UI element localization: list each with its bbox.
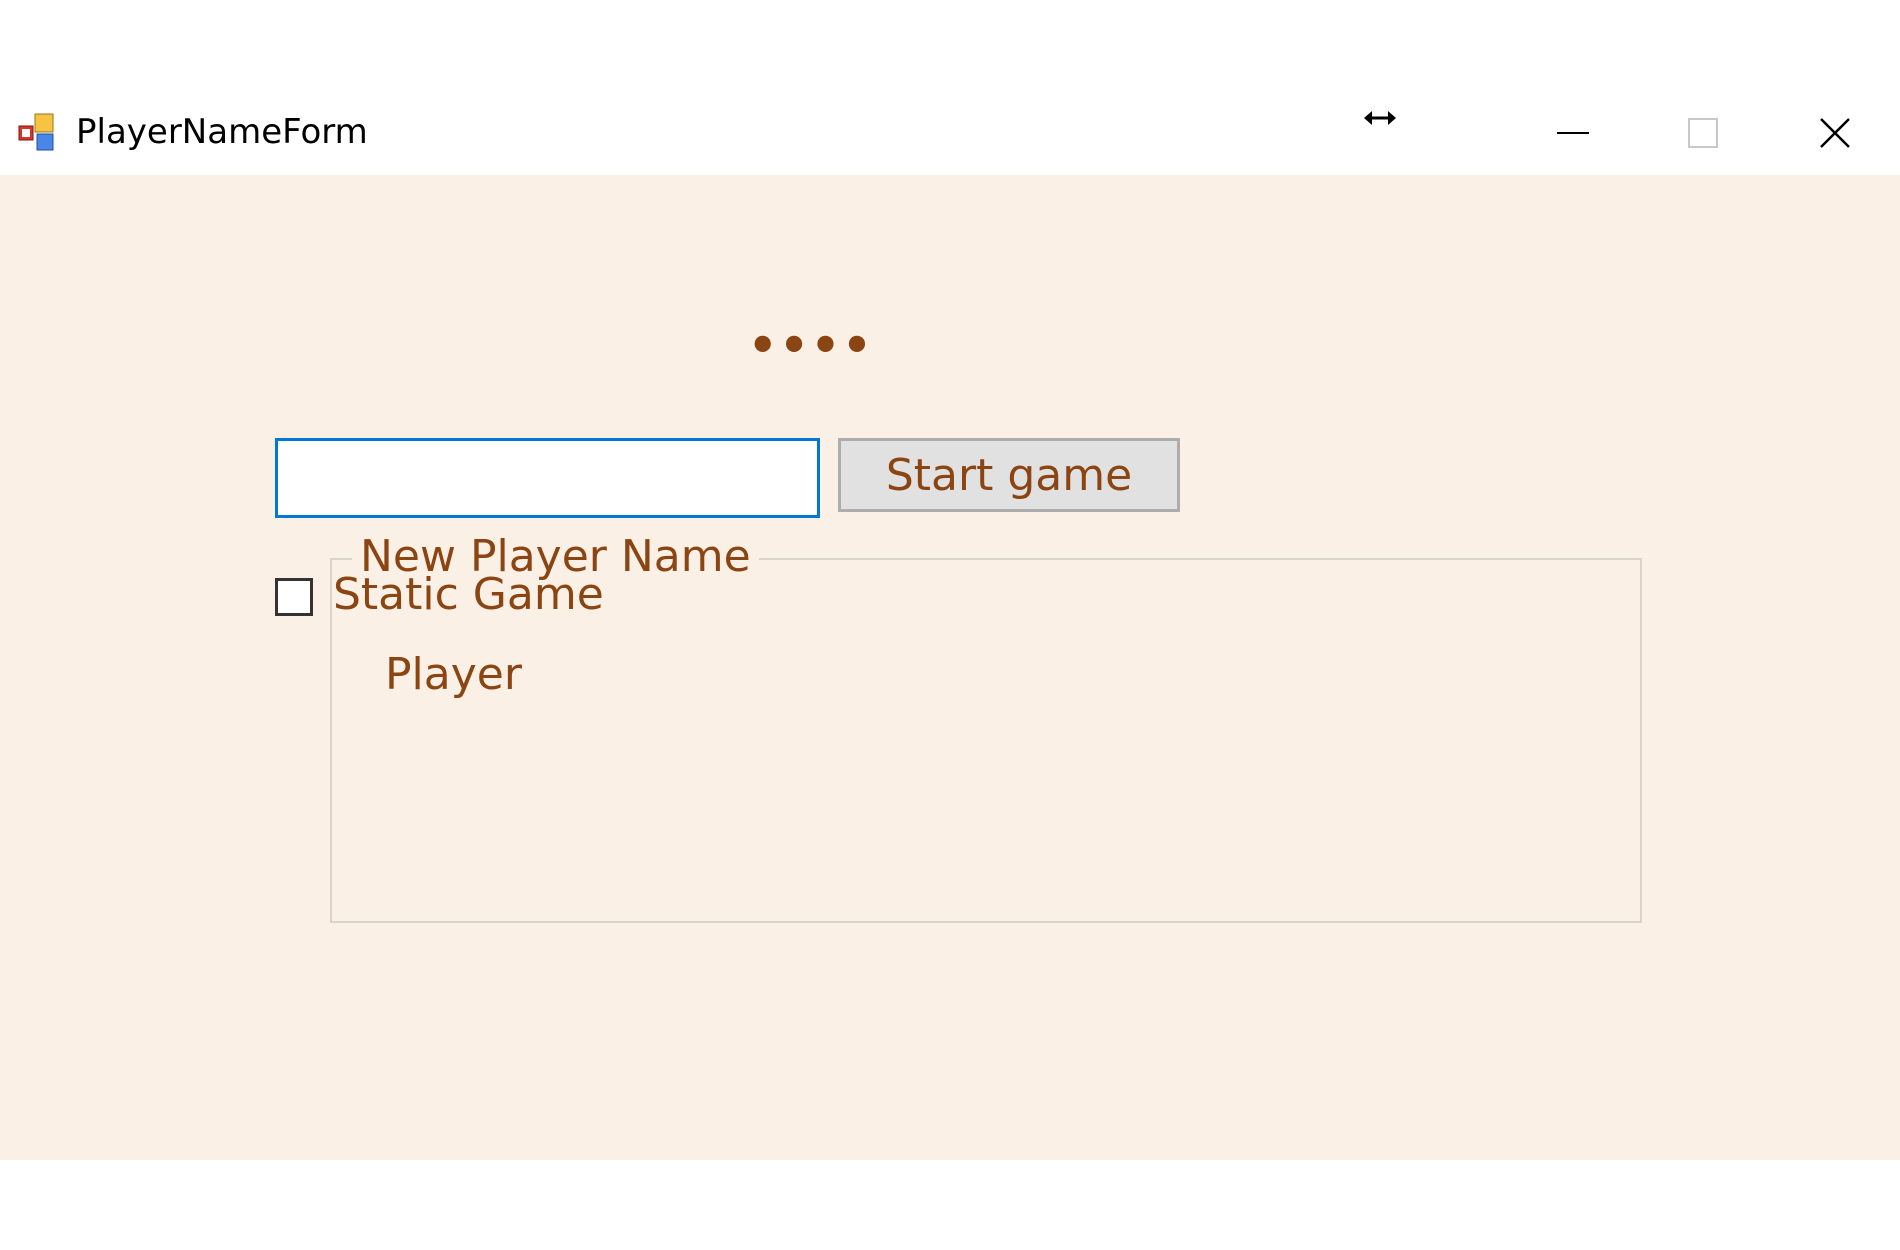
horizontal-resize-cursor-icon <box>1362 106 1398 130</box>
maximize-icon <box>1688 117 1718 148</box>
minimize-icon <box>1557 131 1589 134</box>
player-name-input[interactable] <box>275 438 820 518</box>
static-game-checkbox[interactable] <box>275 578 313 616</box>
minimize-button[interactable] <box>1508 90 1638 175</box>
close-icon <box>1820 117 1850 148</box>
static-game-label[interactable]: Static Game <box>333 570 604 620</box>
window-title: PlayerNameForm <box>76 112 368 152</box>
player-label: Player <box>385 649 522 700</box>
app-icon <box>17 112 57 152</box>
start-game-button[interactable]: Start game <box>838 438 1180 512</box>
form-client-area: •••• New Player Name Player Start game S… <box>0 175 1900 1160</box>
status-dots-label: •••• <box>748 318 874 372</box>
desktop-area-bottom <box>0 1160 1900 1250</box>
maximize-button[interactable] <box>1638 90 1768 175</box>
title-bar[interactable]: PlayerNameForm <box>0 90 1900 175</box>
close-button[interactable] <box>1770 90 1900 175</box>
desktop-area-top <box>0 0 1900 90</box>
